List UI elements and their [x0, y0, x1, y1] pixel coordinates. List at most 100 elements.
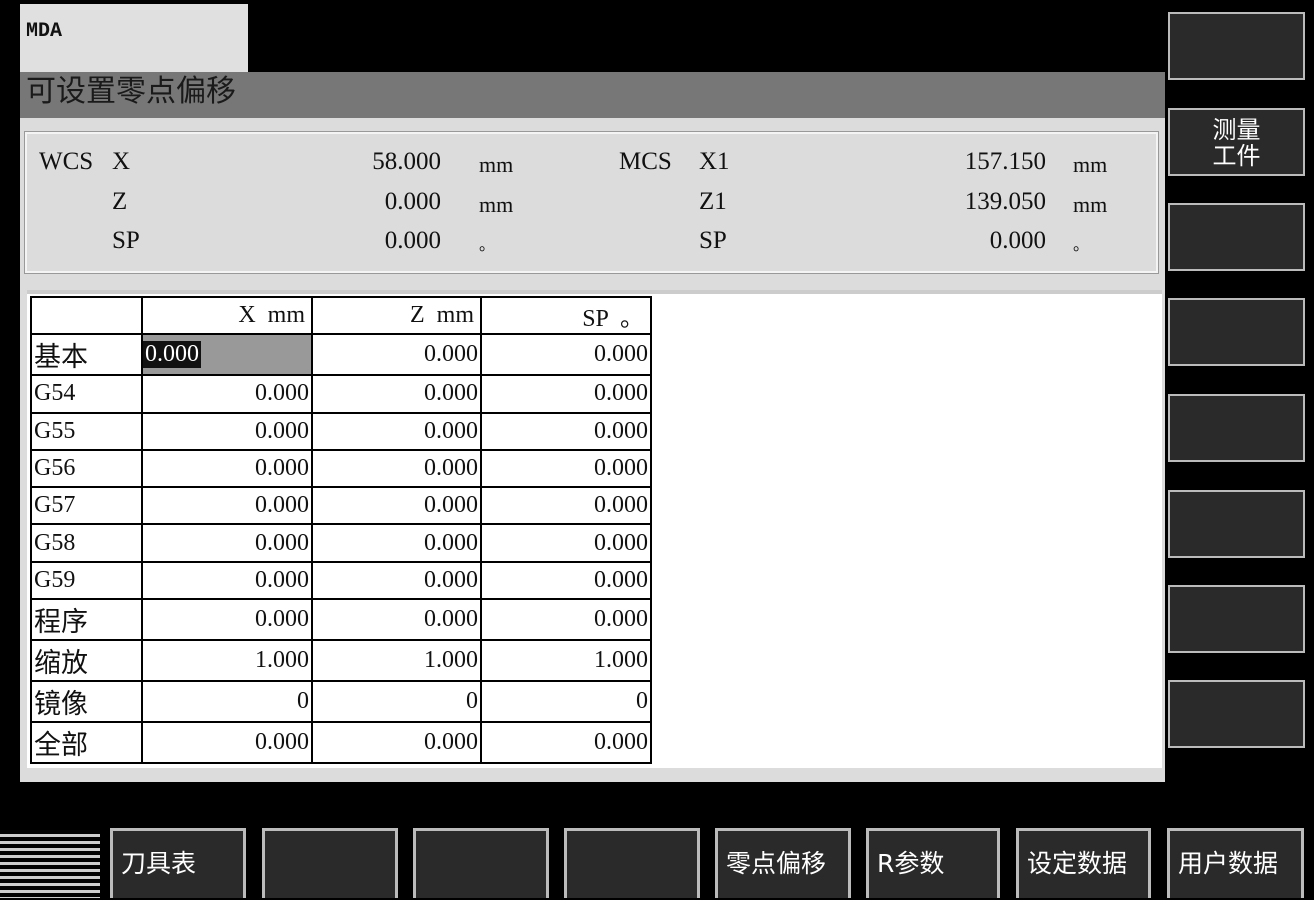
table-row: G59 0.000 0.000 0.000: [30, 560, 652, 601]
offset-value-cell[interactable]: 0.000: [141, 598, 313, 642]
row-label: 镜像: [30, 680, 143, 724]
menu-lines-icon[interactable]: [0, 830, 100, 898]
row-label: G56: [30, 448, 143, 489]
right-softkey-3[interactable]: [1168, 203, 1305, 271]
offset-value-cell[interactable]: 0.000: [311, 411, 482, 451]
right-softkey-4[interactable]: [1168, 298, 1305, 366]
column-header: Z mm: [311, 295, 482, 336]
offset-value-cell[interactable]: 0.000: [311, 486, 482, 526]
mcs-value: 0.000: [989, 227, 1046, 254]
mcs-label: MCS: [619, 148, 672, 175]
offset-value-cell[interactable]: 0.000: [311, 523, 482, 563]
row-label: G59: [30, 560, 143, 601]
right-softkey-5[interactable]: [1168, 394, 1305, 462]
offset-value-cell[interactable]: 0.000: [480, 721, 652, 765]
mcs-axis: X1: [699, 148, 730, 175]
right-softkey-1[interactable]: [1168, 12, 1305, 80]
offset-value-cell[interactable]: 0.000: [141, 411, 313, 451]
offset-value-cell[interactable]: 0.000: [141, 560, 313, 601]
mcs-unit: mm: [1073, 192, 1108, 217]
wcs-axis: X: [112, 148, 131, 175]
offset-value-cell[interactable]: 1.000: [480, 639, 652, 683]
position-panel: WCS X 58.000 mm Z 0.000 mm SP 0.000 。 MCS X1 157.150…: [24, 131, 1159, 274]
bottom-softkey-2[interactable]: [262, 828, 398, 898]
row-label: 程序: [30, 598, 143, 642]
mcs-unit: 。: [1073, 237, 1090, 254]
offset-value-cell[interactable]: 0.000: [480, 448, 652, 489]
mcs-unit: mm: [1073, 152, 1108, 177]
table-row: 镜像 0 0 0: [30, 680, 652, 724]
wcs-value: 58.000: [372, 148, 441, 175]
wcs-unit: mm: [479, 152, 514, 177]
table-row: 缩放 1.000 1.000 1.000: [30, 639, 652, 683]
mcs-value: 157.150: [964, 148, 1046, 175]
offset-value-cell[interactable]: 0.000: [311, 560, 482, 601]
wcs-label: WCS: [39, 148, 94, 175]
column-header: [30, 295, 143, 336]
offset-value-cell[interactable]: 0.000: [480, 333, 652, 377]
mode-indicator: MDA: [20, 4, 248, 72]
bottom-softkey-8[interactable]: 用户数据: [1167, 828, 1304, 898]
row-label: 缩放: [30, 639, 143, 683]
offset-value-cell[interactable]: 0.000: [480, 523, 652, 563]
column-header: X mm: [141, 295, 313, 336]
offset-value-cell[interactable]: 0.000: [480, 374, 652, 414]
wcs-axis: Z: [112, 188, 128, 215]
column-header: SP 。: [480, 295, 652, 336]
offset-value-cell[interactable]: 0.000: [141, 721, 313, 765]
table-row: 基本 0.000 0.000 0.000: [30, 333, 652, 377]
wcs-value: 0.000: [384, 227, 441, 254]
offset-value-cell[interactable]: 0: [311, 680, 482, 724]
table-row: G54 0.000 0.000 0.000: [30, 374, 652, 414]
offset-value-cell[interactable]: 0.000: [141, 333, 313, 377]
table-row: G56 0.000 0.000 0.000: [30, 448, 652, 489]
wcs-value: 0.000: [384, 188, 441, 215]
bottom-softkey-6[interactable]: R参数: [866, 828, 1000, 898]
right-softkey-2[interactable]: 测量 工件: [1168, 108, 1305, 176]
row-label: G58: [30, 523, 143, 563]
wcs-axis: SP: [112, 227, 140, 254]
offset-value-cell[interactable]: 0: [141, 680, 313, 724]
table-row: 全部 0.000 0.000 0.000: [30, 721, 652, 765]
offset-value-cell[interactable]: 0.000: [141, 374, 313, 414]
right-softkey-7[interactable]: [1168, 585, 1305, 653]
offset-value-cell[interactable]: 0.000: [311, 333, 482, 377]
mcs-value: 139.050: [964, 188, 1046, 215]
table-row: G57 0.000 0.000 0.000: [30, 486, 652, 526]
bottom-softkey-3[interactable]: [413, 828, 549, 898]
offset-value-cell[interactable]: 0.000: [480, 486, 652, 526]
offset-value-cell[interactable]: 0.000: [311, 448, 482, 489]
wcs-unit: mm: [479, 192, 514, 217]
bottom-softkey-7[interactable]: 设定数据: [1016, 828, 1151, 898]
bottom-softkey-1[interactable]: 刀具表: [110, 828, 246, 898]
offset-value-cell[interactable]: 1.000: [141, 639, 313, 683]
bottom-softkey-5[interactable]: 零点偏移: [715, 828, 851, 898]
row-label: 基本: [30, 333, 143, 377]
wcs-unit: 。: [479, 237, 496, 254]
bottom-softkey-4[interactable]: [564, 828, 700, 898]
table-row: 程序 0.000 0.000 0.000: [30, 598, 652, 642]
offset-value-cell[interactable]: 1.000: [311, 639, 482, 683]
offset-value-cell[interactable]: 0.000: [141, 523, 313, 563]
offset-value-cell[interactable]: 0.000: [480, 560, 652, 601]
mcs-axis: SP: [699, 227, 727, 254]
table-row: G58 0.000 0.000 0.000: [30, 523, 652, 563]
table-row: G55 0.000 0.000 0.000: [30, 411, 652, 451]
offset-value-cell[interactable]: 0.000: [141, 486, 313, 526]
offset-value-cell[interactable]: 0.000: [311, 721, 482, 765]
row-label: 全部: [30, 721, 143, 765]
offset-value-cell[interactable]: 0: [480, 680, 652, 724]
selected-value[interactable]: 0.000: [143, 341, 201, 369]
offset-value-cell[interactable]: 0.000: [311, 374, 482, 414]
right-softkey-8[interactable]: [1168, 680, 1305, 748]
table-header: X mm Z mm SP 。: [30, 295, 652, 336]
right-softkey-6[interactable]: [1168, 490, 1305, 558]
offset-value-cell[interactable]: 0.000: [480, 411, 652, 451]
offset-value-cell[interactable]: 0.000: [141, 448, 313, 489]
page-title: 可设置零点偏移: [20, 72, 1165, 118]
mcs-axis: Z1: [699, 188, 727, 215]
offset-value-cell[interactable]: 0.000: [311, 598, 482, 642]
offset-value-cell[interactable]: 0.000: [480, 598, 652, 642]
row-label: G54: [30, 374, 143, 414]
zero-offset-table: X mm Z mm SP 。基本 0.000 0.000 0.000 G54 0.000 0.0…: [30, 295, 652, 765]
